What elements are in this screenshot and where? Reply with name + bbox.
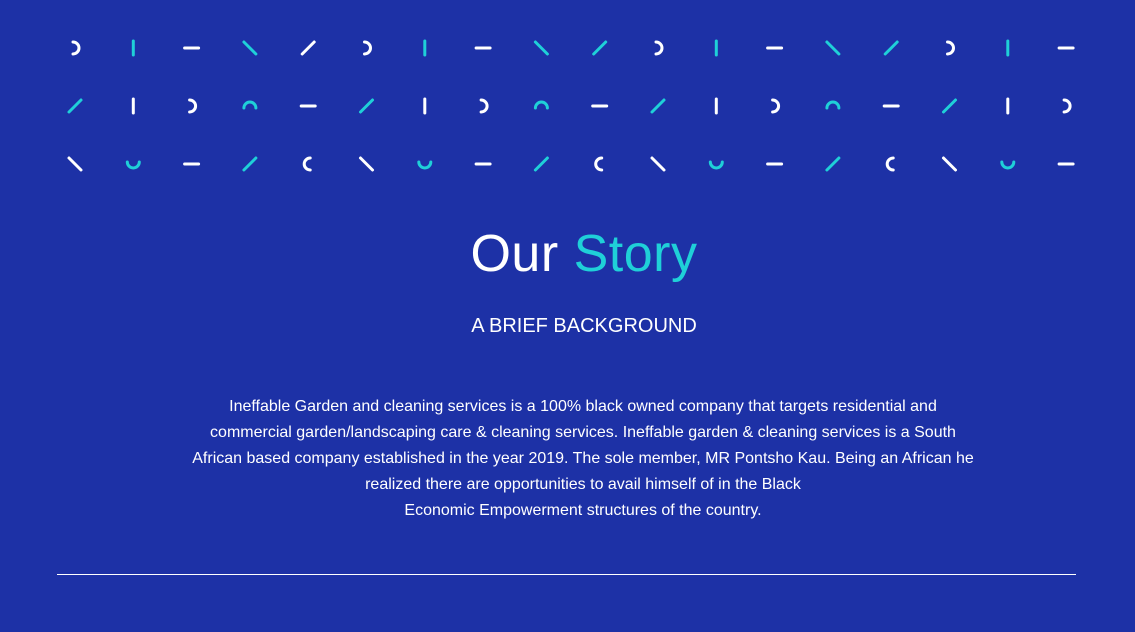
paragraph-line: African based company established in the… [192,450,974,467]
our-story-section: Our Story A BRIEF BACKGROUND Ineffable G… [0,0,1135,632]
title-main: Our [470,225,559,283]
section-subtitle: A BRIEF BACKGROUND [471,315,697,337]
paragraph-line: realized there are opportunities to avai… [365,476,801,493]
story-paragraph: Ineffable Garden and cleaning services i… [147,394,1019,524]
page-title: Our Story [0,224,1135,284]
paragraph-line: Ineffable Garden and cleaning services i… [229,398,937,415]
section-divider [57,574,1076,575]
title-accent: Story [573,225,698,283]
paragraph-line: commercial garden/landscaping care & cle… [210,424,956,441]
paragraph-line: Economic Empowerment structures of the c… [404,502,762,519]
